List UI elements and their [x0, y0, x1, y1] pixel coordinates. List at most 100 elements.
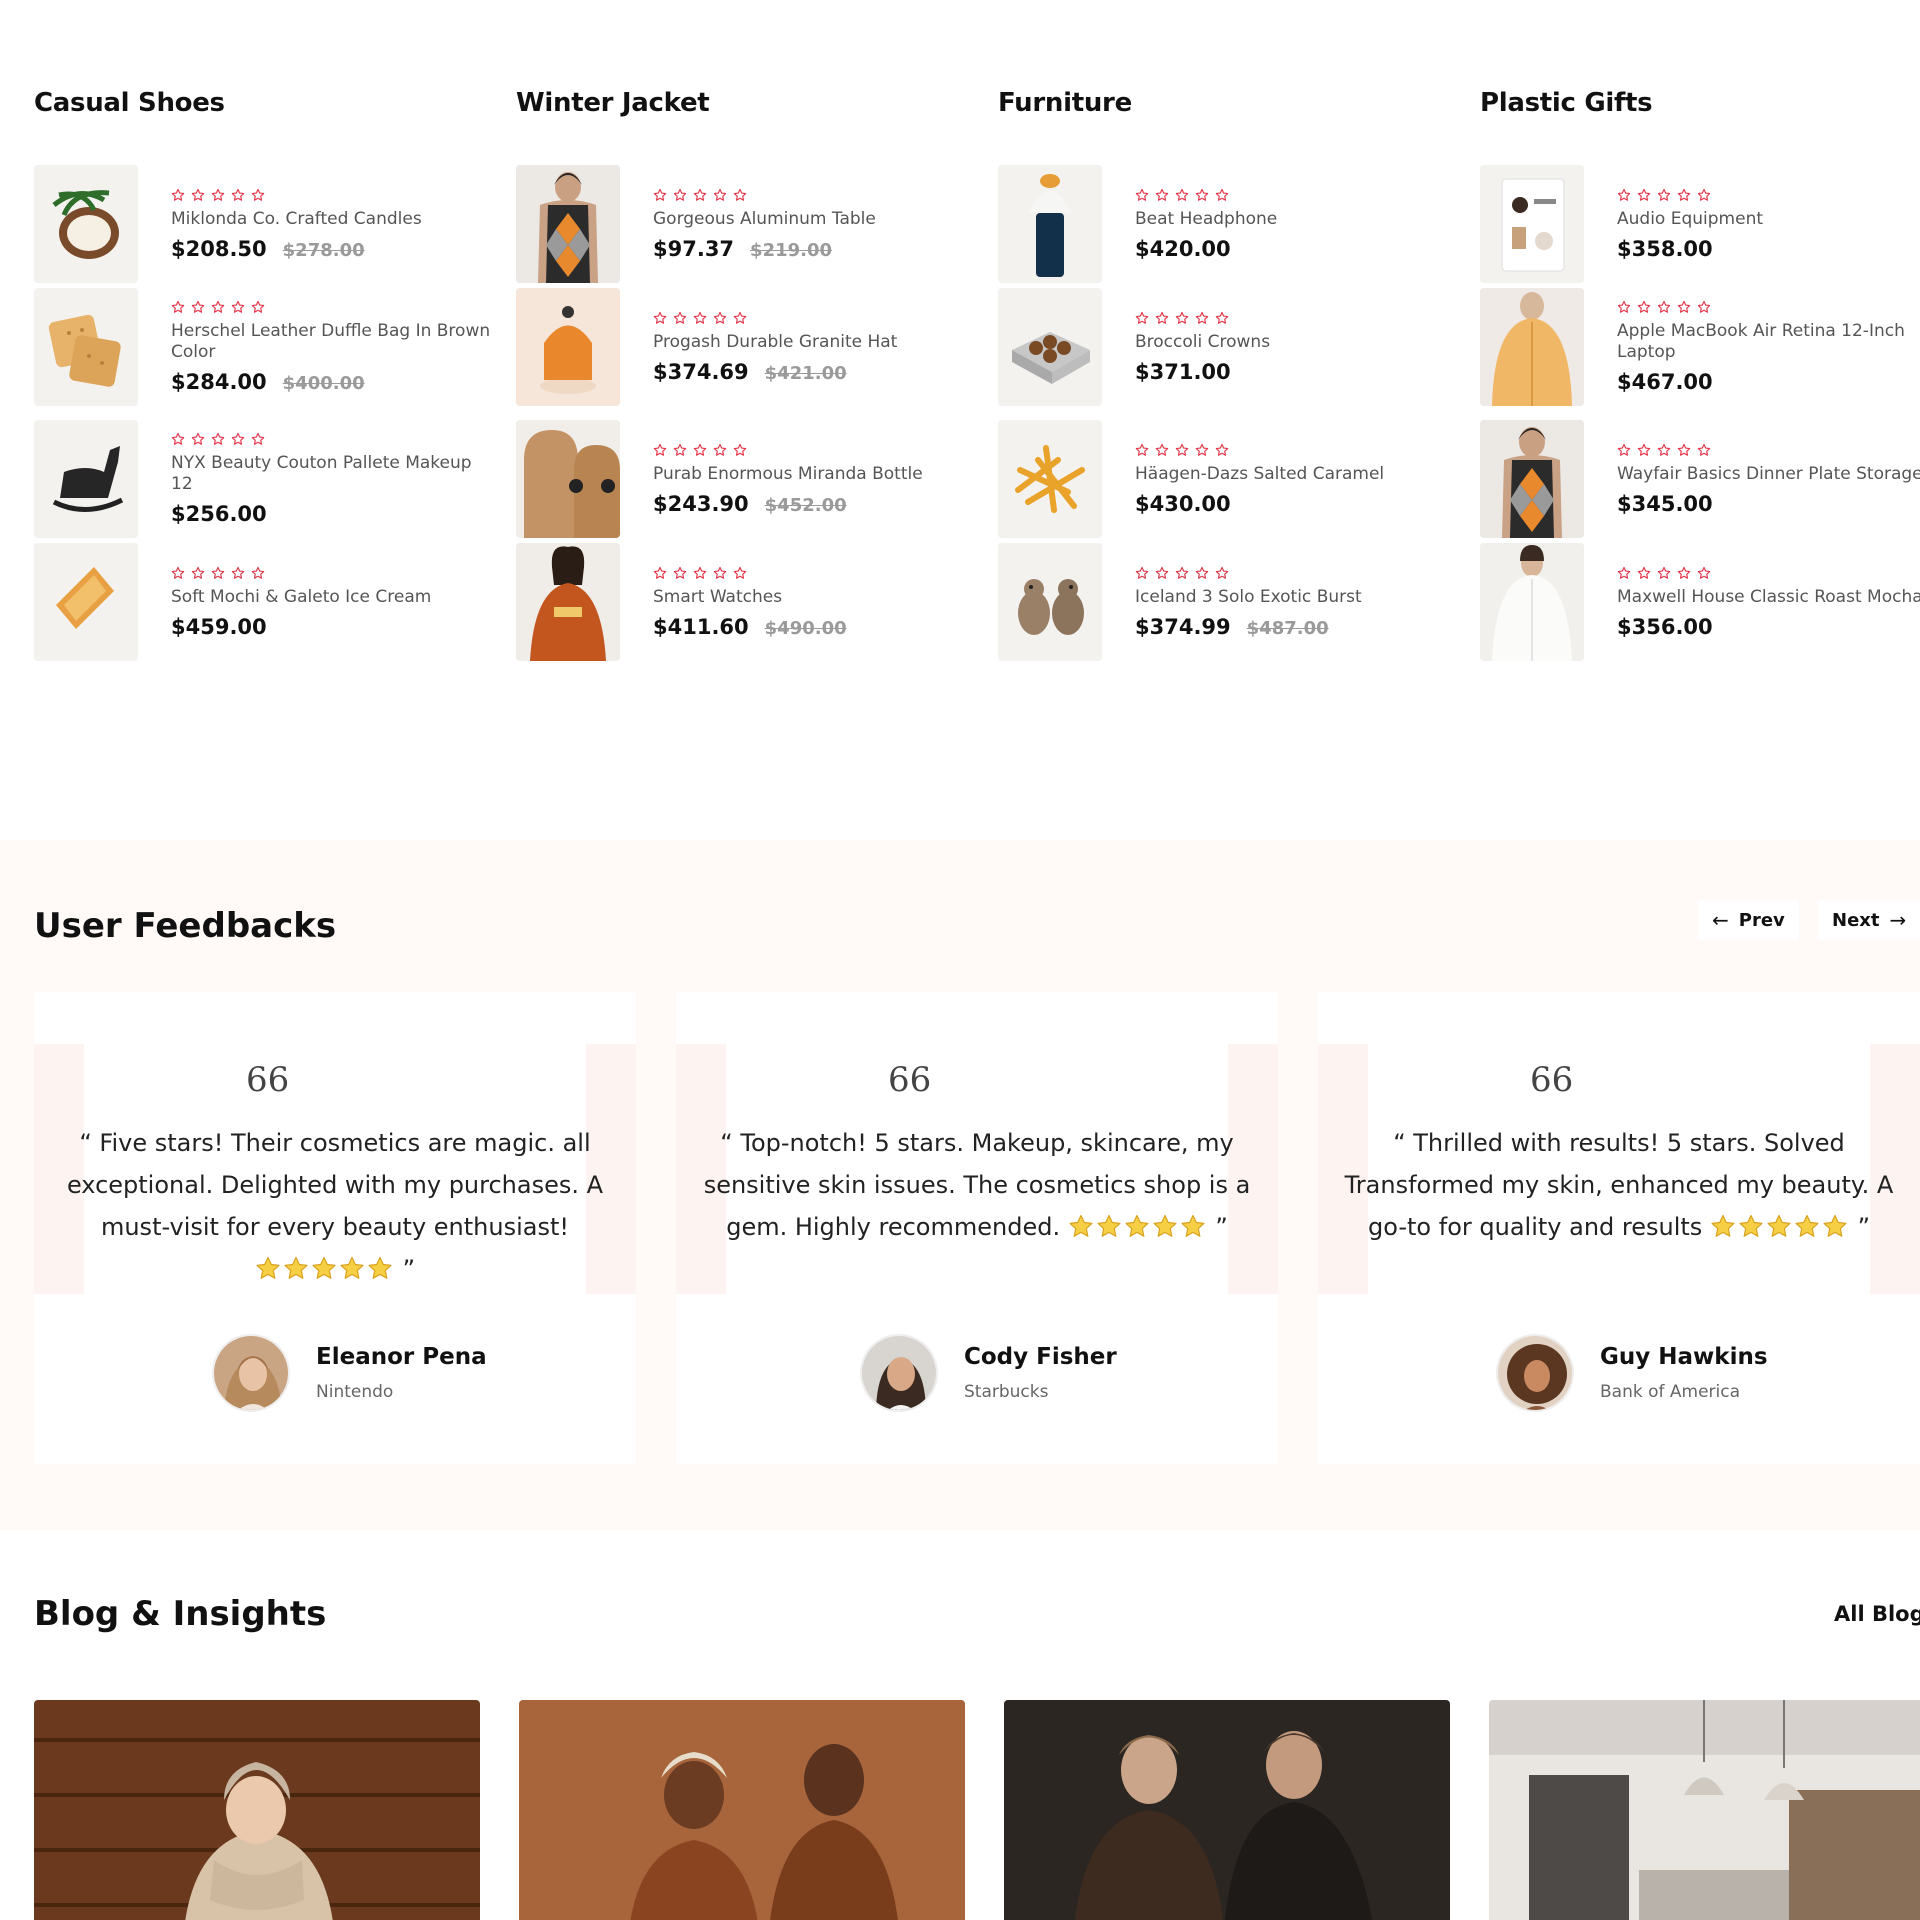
author-name: Cody Fisher [964, 1344, 1117, 1370]
product-name[interactable]: Smart Watches [653, 587, 976, 608]
star-icon [1617, 566, 1631, 580]
product-item[interactable]: Purab Enormous Miranda Bottle $243.90 $452… [516, 420, 976, 538]
product-image[interactable] [516, 288, 620, 406]
star-icon [211, 300, 225, 314]
star-icon [211, 188, 225, 202]
blog-card-image[interactable] [1489, 1700, 1920, 1920]
product-info: Broccoli Crowns $371.00 [1135, 288, 1458, 406]
all-blog-link[interactable]: All Blog → [1834, 1602, 1920, 1626]
product-name[interactable]: Apple MacBook Air Retina 12-Inch Laptop [1617, 321, 1920, 363]
star-icon [1617, 188, 1631, 202]
product-old-price: $400.00 [282, 373, 365, 394]
product-name[interactable]: Broccoli Crowns [1135, 332, 1458, 353]
product-prices: $371.00 [1135, 360, 1458, 384]
product-price: $356.00 [1617, 614, 1713, 639]
product-item[interactable]: Herschel Leather Duffle Bag In Brown Col… [34, 288, 494, 406]
product-name[interactable]: NYX Beauty Couton Pallete Makeup 12 [171, 453, 494, 495]
product-price: $411.60 [653, 614, 749, 639]
product-image[interactable] [34, 543, 138, 661]
star-icon [1135, 566, 1149, 580]
product-info: NYX Beauty Couton Pallete Makeup 12 $256.… [171, 420, 494, 538]
product-image[interactable] [516, 420, 620, 538]
author-company: Nintendo [316, 1382, 394, 1402]
product-image[interactable] [1480, 543, 1584, 661]
avatar [212, 1334, 290, 1412]
product-item[interactable]: Miklonda Co. Crafted Candles $208.50 $278.… [34, 165, 494, 283]
rating-stars [1617, 300, 1920, 314]
star-icon [211, 432, 225, 446]
product-image[interactable] [1480, 420, 1584, 538]
blog-card-image[interactable] [519, 1700, 965, 1920]
product-prices: $374.69 $421.00 [653, 360, 976, 384]
product-image[interactable] [998, 543, 1102, 661]
star-icon [673, 188, 687, 202]
product-image[interactable] [516, 165, 620, 283]
product-name[interactable]: Herschel Leather Duffle Bag In Brown Col… [171, 321, 494, 363]
product-image[interactable] [998, 165, 1102, 283]
product-item[interactable]: Gorgeous Aluminum Table $97.37 $219.00 [516, 165, 976, 283]
column-title: Plastic Gifts [1480, 88, 1653, 118]
product-item[interactable]: Iceland 3 Solo Exotic Burst $374.99 $487.0… [998, 543, 1458, 661]
product-price: $97.37 [653, 236, 735, 261]
product-item[interactable]: NYX Beauty Couton Pallete Makeup 12 $256.… [34, 420, 494, 538]
testimonial-text: “ Top-notch! 5 stars. Makeup, skincare, … [686, 1122, 1268, 1251]
product-item[interactable]: Häagen-Dazs Salted Caramel $430.00 [998, 420, 1458, 538]
product-image[interactable] [34, 165, 138, 283]
product-name[interactable]: Audio Equipment [1617, 209, 1920, 230]
star-icon [1697, 300, 1711, 314]
blog-card-image[interactable] [34, 1700, 480, 1920]
product-name[interactable]: Miklonda Co. Crafted Candles [171, 209, 494, 230]
product-item[interactable]: Maxwell House Classic Roast Mocha $356.00 [1480, 543, 1920, 661]
quote-close: ” [394, 1255, 416, 1283]
product-info: Soft Mochi & Galeto Ice Cream $459.00 [171, 543, 494, 661]
product-image[interactable] [1480, 165, 1584, 283]
star-icon [693, 566, 707, 580]
product-info: Purab Enormous Miranda Bottle $243.90 $452… [653, 420, 976, 538]
star-icon [251, 300, 265, 314]
product-item[interactable]: Smart Watches $411.60 $490.00 [516, 543, 976, 661]
star-icon [231, 432, 245, 446]
next-button[interactable]: Next → [1818, 900, 1920, 940]
star-icon [231, 188, 245, 202]
product-item[interactable]: Audio Equipment $358.00 [1480, 165, 1920, 283]
prev-button[interactable]: ← Prev [1698, 900, 1799, 940]
product-image[interactable] [998, 420, 1102, 538]
product-name[interactable]: Progash Durable Granite Hat [653, 332, 976, 353]
star-icon [1637, 443, 1651, 457]
product-image[interactable] [516, 543, 620, 661]
product-name[interactable]: Häagen-Dazs Salted Caramel [1135, 464, 1458, 485]
product-name[interactable]: Iceland 3 Solo Exotic Burst [1135, 587, 1458, 608]
product-item[interactable]: Wayfair Basics Dinner Plate Storage $345.… [1480, 420, 1920, 538]
blog-card-image[interactable] [1004, 1700, 1450, 1920]
rating-stars [171, 432, 494, 446]
product-price: $208.50 [171, 236, 267, 261]
product-image[interactable] [34, 288, 138, 406]
star-icon [1155, 443, 1169, 457]
product-item[interactable]: Beat Headphone $420.00 [998, 165, 1458, 283]
prev-label: Prev [1738, 909, 1785, 931]
author-name: Guy Hawkins [1600, 1344, 1768, 1370]
product-column: Winter Jacket Gorgeous Aluminum Table $97… [516, 88, 976, 661]
star-icon [713, 443, 727, 457]
product-image[interactable] [34, 420, 138, 538]
product-item[interactable]: Apple MacBook Air Retina 12-Inch Laptop $… [1480, 288, 1920, 406]
rating-stars [1617, 443, 1920, 457]
product-item[interactable]: Broccoli Crowns $371.00 [998, 288, 1458, 406]
product-column: Plastic Gifts Audio Equipment $358.00 Appl… [1480, 88, 1920, 661]
product-name[interactable]: Beat Headphone [1135, 209, 1458, 230]
star-icon [191, 432, 205, 446]
product-image[interactable] [1480, 288, 1584, 406]
product-item[interactable]: Soft Mochi & Galeto Ice Cream $459.00 [34, 543, 494, 661]
product-item[interactable]: Progash Durable Granite Hat $374.69 $421.0… [516, 288, 976, 406]
product-info: Herschel Leather Duffle Bag In Brown Col… [171, 288, 494, 406]
product-name[interactable]: Purab Enormous Miranda Bottle [653, 464, 976, 485]
product-name[interactable]: Wayfair Basics Dinner Plate Storage [1617, 464, 1920, 485]
product-name[interactable]: Soft Mochi & Galeto Ice Cream [171, 587, 494, 608]
product-prices: $459.00 [171, 615, 494, 639]
product-info: Apple MacBook Air Retina 12-Inch Laptop $… [1617, 288, 1920, 406]
column-title: Casual Shoes [34, 88, 225, 118]
product-name[interactable]: Maxwell House Classic Roast Mocha [1617, 587, 1920, 608]
product-name[interactable]: Gorgeous Aluminum Table [653, 209, 976, 230]
product-price: $256.00 [171, 502, 267, 526]
product-image[interactable] [998, 288, 1102, 406]
